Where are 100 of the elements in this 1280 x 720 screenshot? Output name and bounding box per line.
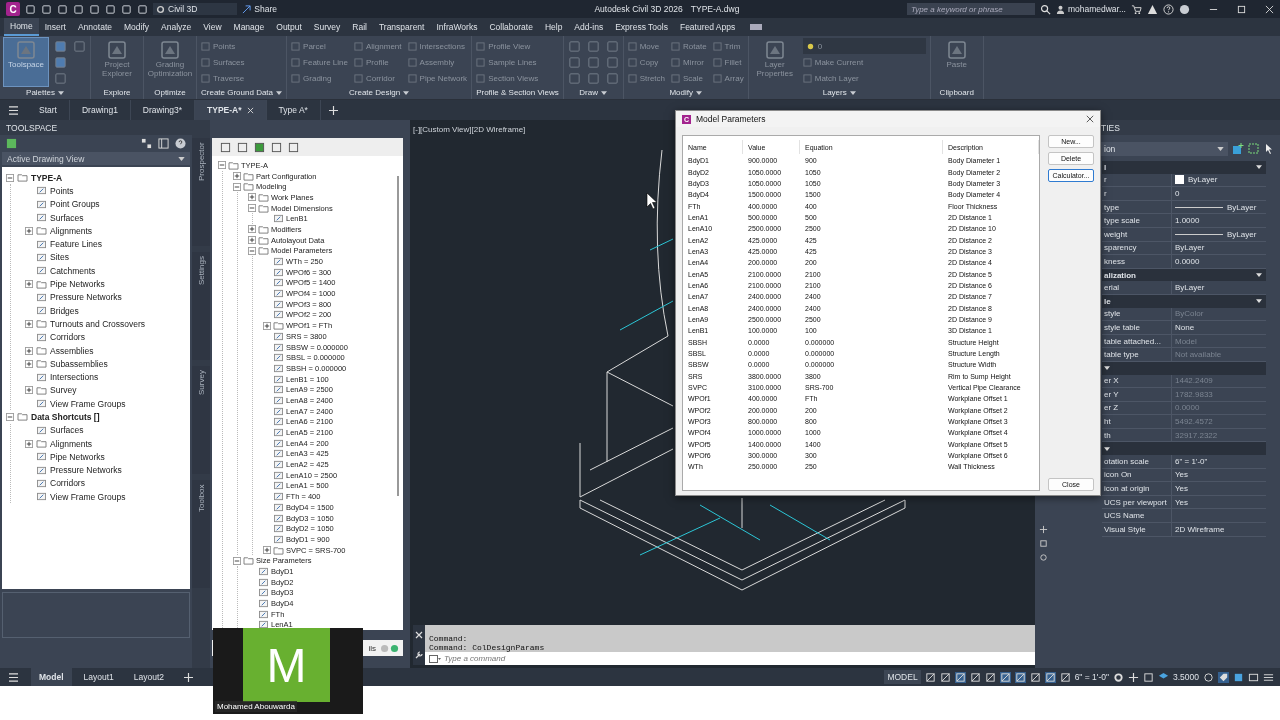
close-icon[interactable] [1086,115,1094,123]
status-icon[interactable] [1029,671,1041,683]
menu-icon[interactable] [1263,671,1274,683]
ribbon-tab[interactable]: Featured Apps [673,18,742,36]
triangle-icon[interactable] [1147,3,1158,15]
ribbon-tab[interactable]: Modify [118,18,156,36]
property-value[interactable]: ByLayer [1172,173,1266,187]
toolbar-icon[interactable] [220,141,231,153]
panel-title[interactable]: Profile & Section Views [476,86,559,99]
side-tab[interactable]: Prospector [192,138,210,246]
status-icon[interactable] [1203,671,1214,683]
ribbon-tab[interactable]: Survey [307,18,347,36]
expander-icon[interactable] [218,161,226,170]
ribbon-tab[interactable]: Annotate [71,18,118,36]
expander-icon[interactable] [25,359,33,368]
panel-title[interactable]: Draw [567,86,619,99]
status-icon[interactable] [1218,671,1229,683]
section-header[interactable]: l [1102,161,1266,174]
property-value[interactable]: ByLayer [1172,241,1266,255]
expander-icon[interactable] [25,386,33,395]
layout-tab[interactable]: Model [31,668,72,686]
ribbon-tab[interactable]: Collaborate [483,18,539,36]
app-logo[interactable]: C [6,2,20,16]
expander-icon[interactable] [233,182,241,191]
ribbon-tab[interactable]: Analyze [155,18,198,36]
expander-icon[interactable] [25,280,33,288]
expander-icon[interactable] [248,204,256,213]
panel-title[interactable]: Optimize [148,86,192,99]
expander-icon[interactable] [25,319,33,328]
tree-item[interactable]: Pipe Networks [50,279,105,289]
status-icon[interactable] [984,671,996,683]
help-icon[interactable] [175,138,186,149]
property-value[interactable]: 0 [1172,187,1266,200]
expander-icon[interactable] [248,225,256,234]
ribbon-tab[interactable]: Help [538,18,569,36]
expander-icon[interactable] [233,172,241,181]
panel-title[interactable]: Create Design [291,86,468,99]
tree-item[interactable]: View Frame Groups [50,491,126,502]
tree-item[interactable]: Feature Lines [50,239,102,250]
property-value[interactable]: Yes [1172,482,1266,495]
search-icon[interactable] [1039,3,1051,15]
maximize-icon[interactable] [1237,4,1246,14]
expander-icon[interactable] [6,173,14,182]
toolbar-icon[interactable] [288,141,299,153]
user-menu[interactable]: mohamedwar... [1055,4,1126,14]
file-tab[interactable]: TYPE-A* [195,100,267,120]
status-icon[interactable] [1014,671,1026,683]
status-icon[interactable] [1143,671,1154,683]
property-value[interactable]: None [1172,321,1266,334]
gear-icon[interactable] [1113,671,1124,683]
expander-icon[interactable] [233,556,241,565]
tree-item[interactable]: Alignments [50,438,93,449]
tree-item[interactable]: Corridors [50,478,85,489]
workspace-dropdown[interactable]: Civil 3D [153,3,238,15]
search-field[interactable]: Type a keyword or phrase [906,3,1035,15]
ribbon-tab[interactable]: Add-ins [568,18,610,36]
status-icon[interactable] [924,671,936,683]
status-icon[interactable] [1233,671,1244,683]
expander-icon[interactable] [263,321,271,330]
panel-title[interactable]: Create Ground Data [201,86,283,99]
tree-item[interactable]: Intersections [50,372,99,383]
wrench-icon[interactable] [415,651,423,659]
status-icon[interactable] [939,671,951,683]
viewport-label[interactable]: [-][Custom View][2D Wireframe] [413,125,526,134]
add-tab-icon[interactable] [328,105,338,115]
tree-item[interactable]: Surfaces [50,212,84,223]
ribbon-tab[interactable]: Rail [346,18,373,36]
tree-item[interactable]: Survey [50,385,77,396]
ribbon-tab[interactable]: Transparent [372,18,431,36]
ribbon-tab[interactable]: Output [270,18,308,36]
status-icon[interactable] [1248,671,1259,683]
tree-item[interactable]: Bridges [50,305,79,316]
plus-icon[interactable] [1128,671,1139,683]
ribbon-button[interactable]: Toolspace [4,38,48,86]
tree-item[interactable]: Sites [50,252,69,263]
annotation-scale[interactable]: 6" = 1'-0" [1074,672,1109,682]
tree-item[interactable]: Turnouts and Crossovers [50,318,146,329]
expander-icon[interactable] [6,413,14,421]
expander-icon[interactable] [25,439,33,448]
tree-item[interactable]: Catchments [50,265,96,276]
toolbar-icon[interactable] [271,141,282,153]
ribbon-tab[interactable]: View [197,18,228,36]
view-dropdown[interactable]: Active Drawing View [2,152,190,165]
panel-title[interactable]: Palettes [4,86,86,99]
panel-title[interactable]: Explore [95,86,139,99]
status-icon[interactable] [1044,671,1056,683]
cart-icon[interactable] [1131,3,1142,15]
status-icon[interactable] [954,671,966,683]
property-value[interactable]: ByLayer [1172,281,1266,294]
expander-icon[interactable] [263,546,271,555]
menu-icon[interactable] [8,105,19,115]
side-tab[interactable]: Settings [192,252,210,360]
menu-icon[interactable] [8,672,19,682]
tree-item[interactable]: Corridors [50,332,85,343]
tree-item[interactable]: Subassemblies [50,358,108,369]
tree-item[interactable]: Pressure Networks [50,465,122,476]
share-button[interactable]: Share [242,4,277,14]
tree-item[interactable]: Alignments [50,225,93,236]
tree-item[interactable]: Data Shortcuts [] [31,412,100,422]
expander-icon[interactable] [248,193,256,202]
